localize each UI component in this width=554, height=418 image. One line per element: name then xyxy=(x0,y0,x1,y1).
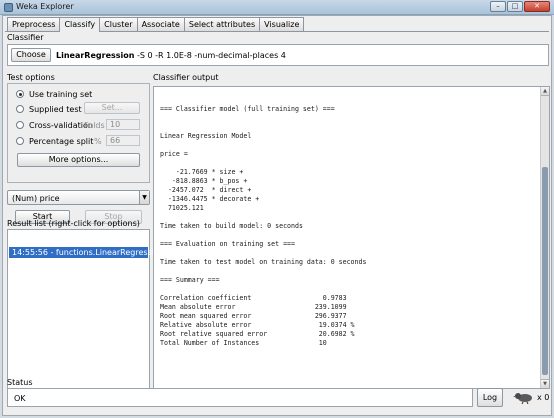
classifier-output-label: Classifier output xyxy=(153,73,219,82)
output-line: Time taken to test model on training dat… xyxy=(160,258,367,266)
tab-select-attributes[interactable]: Select attributes xyxy=(183,17,261,31)
task-count: x 0 xyxy=(537,393,550,402)
explorer-panel: Preprocess Classify Cluster Associate Se… xyxy=(2,15,552,416)
supplied-test-set-radio[interactable] xyxy=(16,105,24,113)
output-line: Linear Regression Model xyxy=(160,132,252,140)
cross-validation-radio[interactable] xyxy=(16,121,24,129)
output-line: Root relative squared error 20.6982 % xyxy=(160,330,355,338)
result-list[interactable]: 14:55:56 - functions.LinearRegression xyxy=(7,229,164,391)
window-controls: – □ ✕ xyxy=(490,1,550,12)
test-options-label: Test options xyxy=(7,73,55,82)
output-line: -818.8863 * b_pos + xyxy=(160,177,248,185)
output-line: Mean absolute error 239.1099 xyxy=(160,303,347,311)
classifier-output-panel[interactable]: === Classifier model (full training set)… xyxy=(153,86,550,389)
test-options-panel: Use training set Supplied test set Set..… xyxy=(7,83,150,183)
weka-bird-icon xyxy=(513,393,532,404)
scroll-thumb[interactable] xyxy=(542,167,548,375)
log-button[interactable]: Log xyxy=(477,388,503,407)
choose-button[interactable]: Choose xyxy=(11,48,51,62)
dropdown-arrow-icon: ▼ xyxy=(139,191,149,204)
scroll-up-icon[interactable]: ▲ xyxy=(541,87,549,96)
status-box: OK xyxy=(7,388,473,407)
classifier-name: LinearRegression xyxy=(56,51,135,60)
tab-classify[interactable]: Classify xyxy=(59,17,101,32)
tab-associate[interactable]: Associate xyxy=(136,17,185,31)
output-line: Relative absolute error 19.0374 % xyxy=(160,321,355,329)
more-options-button[interactable]: More options... xyxy=(17,153,140,167)
output-line: === Evaluation on training set === xyxy=(160,240,295,248)
close-button[interactable]: ✕ xyxy=(524,1,550,12)
percentage-split-radio[interactable] xyxy=(16,137,24,145)
minimize-button[interactable]: – xyxy=(490,1,506,12)
classifier-output-text: === Classifier model (full training set)… xyxy=(160,96,538,348)
output-line: Correlation coefficient 0.9783 xyxy=(160,294,347,302)
set-test-set-button[interactable]: Set... xyxy=(84,102,140,114)
result-list-label: Result list (right-click for options) xyxy=(7,219,140,228)
folds-label: Folds xyxy=(84,121,105,130)
maximize-button[interactable]: □ xyxy=(507,1,523,12)
percent-input[interactable]: 66 xyxy=(106,135,140,146)
status-text: OK xyxy=(14,394,26,403)
title-bar: Weka Explorer – □ ✕ xyxy=(0,0,554,15)
tab-visualize[interactable]: Visualize xyxy=(259,17,305,31)
output-line: === Classifier model (full training set)… xyxy=(160,105,335,113)
classifier-options: -S 0 -R 1.0E-8 -num-decimal-places 4 xyxy=(134,51,286,60)
output-line: 71025.121 xyxy=(160,204,204,212)
use-training-set-label: Use training set xyxy=(29,89,93,99)
weka-app-icon xyxy=(4,3,13,12)
cross-validation-option[interactable]: Cross-validation xyxy=(16,119,93,131)
use-training-set-option[interactable]: Use training set xyxy=(16,88,92,100)
output-line: Time taken to build model: 0 seconds xyxy=(160,222,303,230)
classifier-section-label: Classifier xyxy=(7,33,44,42)
window-title: Weka Explorer xyxy=(16,2,74,11)
tab-bar: Preprocess Classify Cluster Associate Se… xyxy=(7,17,305,32)
classifier-spec[interactable]: LinearRegression -S 0 -R 1.0E-8 -num-dec… xyxy=(56,51,286,60)
output-line: Total Number of Instances 10 xyxy=(160,339,327,347)
tab-preprocess[interactable]: Preprocess xyxy=(7,17,61,31)
percent-label: % xyxy=(94,137,102,146)
output-line: price = xyxy=(160,150,188,158)
output-line: -21.7669 * size + xyxy=(160,168,244,176)
result-list-item[interactable]: 14:55:56 - functions.LinearRegression xyxy=(9,247,164,258)
use-training-set-radio[interactable] xyxy=(16,90,24,98)
output-scrollbar[interactable]: ▲ ▼ xyxy=(540,87,549,388)
class-attribute-value: (Num) price xyxy=(12,194,60,203)
output-line: -2457.072 * direct + xyxy=(160,186,252,194)
status-label: Status xyxy=(7,378,33,387)
output-line: === Summary === xyxy=(160,276,220,284)
scroll-down-icon[interactable]: ▼ xyxy=(541,379,549,388)
folds-input[interactable]: 10 xyxy=(106,119,140,130)
classifier-box: Choose LinearRegression -S 0 -R 1.0E-8 -… xyxy=(7,44,549,66)
percentage-split-option[interactable]: Percentage split xyxy=(16,135,93,147)
tab-cluster[interactable]: Cluster xyxy=(99,17,138,31)
class-attribute-select[interactable]: (Num) price ▼ xyxy=(7,190,150,205)
percentage-split-label: Percentage split xyxy=(29,136,94,146)
output-line: Root mean squared error 296.9377 xyxy=(160,312,347,320)
output-line: -1346.4475 * decorate + xyxy=(160,195,260,203)
